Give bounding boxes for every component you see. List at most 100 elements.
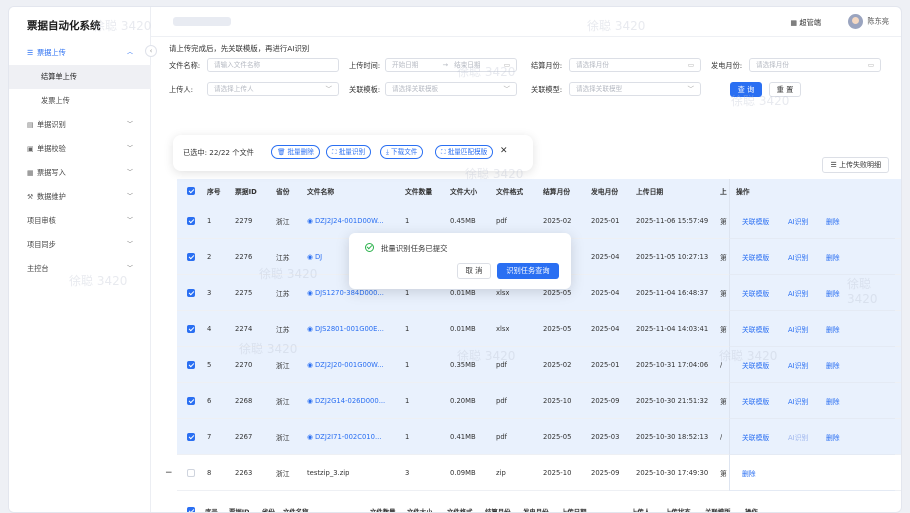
row-checkbox[interactable] [187,455,195,490]
check-doc-icon: ▣ [27,145,34,153]
close-icon[interactable]: ✕ [500,146,508,156]
file-name-link[interactable]: testzip_3.zip [307,455,349,490]
file-name-link[interactable]: ◉ DZJ2I71-002C010... [307,419,381,454]
ai-recognize-link[interactable]: AI识别 [788,216,808,226]
settle-month-picker[interactable]: 请选择月份 ▭ [569,58,701,72]
ai-recognize-link[interactable]: AI识别 [788,288,808,298]
link-template-link[interactable]: 关联模版 [742,288,769,298]
template-select[interactable]: 请选择关联模板 ﹀ [385,82,517,96]
file-name-link[interactable]: ◉ DZJ2G14-026D000... [307,383,385,418]
header-cell: 文件数量 [405,188,433,196]
cell-u: 第 [720,289,727,298]
cell-gen: 2025-03 [591,432,620,441]
cell-fmt: pdf [496,432,508,441]
cell-settle: 2025-05 [543,432,572,441]
batch-recognize-button[interactable]: ⛶ 批量识别 [326,145,372,159]
batch-match-template-button[interactable]: ⛶ 批量匹配模版 [435,145,494,159]
select-all-checkbox[interactable] [187,179,195,203]
delete-link[interactable]: 删除 [826,324,840,334]
ai-recognize-link[interactable]: AI识别 [788,324,808,334]
link-template-link[interactable]: 关联模版 [742,360,769,370]
batch-delete-button[interactable]: 🗑 批量删除 [271,145,320,159]
file-name-link[interactable]: ◉ DJ [307,239,322,274]
header-cell: 结算月份 [485,507,511,513]
file-name-link[interactable]: ◉ DZJ2J20-001G00W... [307,347,384,382]
expand-toggle[interactable]: − [165,455,173,490]
delete-link[interactable]: 删除 [826,432,840,442]
file-name-link[interactable]: ◉ DJS2801-001G00E... [307,311,384,346]
delete-link[interactable]: 删除 [826,360,840,370]
link-template-link[interactable]: 关联模版 [742,324,769,334]
ai-recognize-link[interactable]: AI识别 [788,360,808,370]
user-menu[interactable]: 陈东亮 [848,14,889,29]
row-checkbox[interactable] [187,311,195,346]
gen-month-picker[interactable]: 请选择月份 ▭ [749,58,881,72]
cancel-button[interactable]: 取 消 [457,263,491,279]
admin-switch[interactable]: ▦ 超管端 [790,18,821,28]
sidebar-item-ticket-write[interactable]: ▦ 票据写入 ﹀ [9,161,151,185]
eye-icon: ◉ [307,360,313,369]
ai-recognize-link[interactable]: AI识别 [788,252,808,262]
cell-gen: 2025-01 [591,360,620,369]
header-cell: 上传人 [631,507,651,513]
link-template-link[interactable]: 关联模版 [742,432,769,442]
sidebar-item-settlement-upload[interactable]: 结算单上传 [9,65,151,89]
file-name-input[interactable]: 请输入文件名称 [207,58,339,72]
recognition-task-query-button[interactable]: 识别任务查询 [497,263,559,279]
model-select[interactable]: 请选择关联模型 ﹀ [569,82,701,96]
cell-gen: 2025-01 [591,216,620,225]
link-template-link[interactable]: 关联模版 [742,396,769,406]
sub-table-header: 序号 票据ID 省份 文件名称 文件数量 文件大小 文件格式 结算月份 发电月份… [187,504,901,513]
cell-prov: 浙江 [276,433,290,442]
match-icon: ⛶ [441,148,448,156]
row-checkbox[interactable] [187,203,195,238]
cell-date: 2025-10-30 21:51:32 [636,396,709,405]
sidebar-item-data-maintain[interactable]: ⚒ 数据维护 ﹀ [9,185,151,209]
delete-link[interactable]: 删除 [826,216,840,226]
delete-link[interactable]: 删除 [742,468,756,478]
cell-size: 0.35MB [450,360,476,369]
reset-button[interactable]: 重 置 [769,82,801,97]
row-checkbox[interactable] [187,239,195,274]
cell-id: 2274 [235,324,253,333]
cell-no: 8 [207,468,212,477]
row-checkbox[interactable] [187,383,195,418]
row-checkbox[interactable] [187,275,195,310]
uploader-select[interactable]: 请选择上传人 ﹀ [207,82,339,96]
delete-link[interactable]: 删除 [826,252,840,262]
cell-u: / [720,360,723,369]
sidebar-item-doc-recognition[interactable]: ▤ 单据识别 ﹀ [9,113,151,137]
ai-recognize-link[interactable]: AI识别 [788,396,808,406]
cell-date: 2025-10-31 17:04:06 [636,360,709,369]
link-template-link[interactable]: 关联模版 [742,252,769,262]
sidebar-item-ticket-upload[interactable]: ☰ 票据上传 ︿ [9,41,151,65]
delete-link[interactable]: 删除 [826,288,840,298]
sidebar-item-project-sync[interactable]: 项目同步 ﹀ [9,233,151,257]
delete-link[interactable]: 删除 [826,396,840,406]
header-cell: 上传日期 [636,188,664,196]
sidebar-item-invoice-upload[interactable]: 发票上传 [9,89,151,113]
row-checkbox[interactable] [187,347,195,382]
header-cell: 文件大小 [450,188,478,196]
cell-no: 7 [207,432,212,441]
select-all-checkbox[interactable] [187,504,195,512]
cell-size: 0.01MB [450,324,476,333]
sidebar-collapse-button[interactable]: ‹ [145,45,157,57]
sidebar-item-doc-check[interactable]: ▣ 单据校验 ﹀ [9,137,151,161]
upload-fail-detail-button[interactable]: ☰ 上传失败明细 [822,157,889,173]
search-button[interactable]: 查 询 [730,82,762,97]
calendar-icon: ▭ [503,61,510,69]
sidebar-item-console[interactable]: 主控台 ﹀ [9,257,151,281]
cell-u: 第 [720,217,727,226]
link-template-link[interactable]: 关联模版 [742,216,769,226]
header-cell: 序号 [207,188,221,196]
download-files-button[interactable]: ⤓ 下载文件 [380,145,424,159]
cell-date: 2025-11-06 15:57:49 [636,216,709,225]
row-checkbox[interactable] [187,419,195,454]
sidebar-item-project-review[interactable]: 项目审核 ﹀ [9,209,151,233]
upload-time-range[interactable]: 开始日期 → 结束日期 ▭ [385,58,517,72]
header-cell: 省份 [276,188,290,196]
cell-size: 0.20MB [450,396,476,405]
header-cell: 省份 [262,507,275,513]
ai-recognize-link[interactable]: AI识别 [788,432,808,442]
